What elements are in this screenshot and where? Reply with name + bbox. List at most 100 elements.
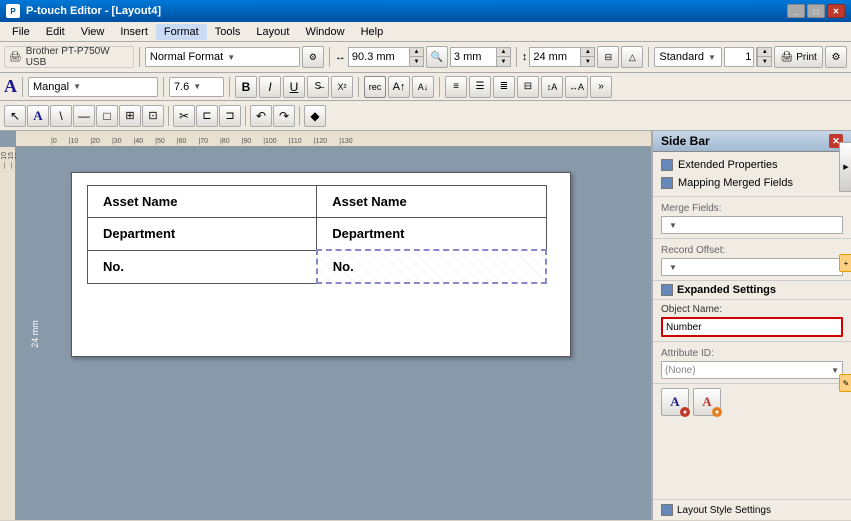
app-icon: P xyxy=(6,4,20,18)
align-right-text-btn[interactable]: ≣ xyxy=(493,76,515,98)
record-offset-dropdown[interactable]: ▼ xyxy=(661,258,843,276)
frame-tool[interactable]: ⊡ xyxy=(142,105,164,127)
count-down[interactable]: ▼ xyxy=(757,57,771,66)
fill-tool[interactable]: ◆ xyxy=(304,105,326,127)
extended-props-checkbox[interactable] xyxy=(661,159,673,171)
standard-dropdown[interactable]: Standard ▼ xyxy=(654,47,722,67)
zoom-btn[interactable]: 🔍 xyxy=(426,46,448,68)
side-panel-btn-1[interactable]: ▶ xyxy=(839,142,851,192)
bold-button[interactable]: B xyxy=(235,76,257,98)
font-size-up-btn[interactable]: A↑ xyxy=(388,76,410,98)
attribute-id-dropdown[interactable]: (None) ▼ xyxy=(661,361,843,379)
menu-layout[interactable]: Layout xyxy=(248,24,297,40)
table-row: Department Department xyxy=(88,218,547,251)
menu-view[interactable]: View xyxy=(73,24,113,40)
merge-fields-dropdown[interactable]: ▼ xyxy=(661,216,843,234)
menu-insert[interactable]: Insert xyxy=(112,24,156,40)
table-tool[interactable]: ⊞ xyxy=(119,105,141,127)
menu-file[interactable]: File xyxy=(4,24,38,40)
record-btn[interactable]: rec xyxy=(364,76,386,98)
height-icon: ↕ xyxy=(522,51,528,63)
line-tool[interactable]: \ xyxy=(50,105,72,127)
sep-size xyxy=(163,77,164,97)
more-btn[interactable]: » xyxy=(590,76,612,98)
menu-window[interactable]: Window xyxy=(297,24,352,40)
font-section: A xyxy=(4,76,17,97)
side-panel-btn-3[interactable]: ✎ xyxy=(839,374,851,392)
mapping-merged-checkbox[interactable] xyxy=(661,177,673,189)
layout-style-checkbox[interactable] xyxy=(661,504,673,516)
rect-tool[interactable]: □ xyxy=(96,105,118,127)
size-dropdown[interactable]: 7.6 ▼ xyxy=(169,77,224,97)
maximize-button[interactable]: □ xyxy=(807,4,825,18)
redo-tool[interactable]: ↷ xyxy=(273,105,295,127)
copy-count[interactable] xyxy=(724,47,754,67)
align-left-btn[interactable]: ⊟ xyxy=(597,46,619,68)
strikethrough-button[interactable]: S̶ xyxy=(307,76,329,98)
ruler-tick: |130 xyxy=(339,138,353,145)
print-options-btn[interactable]: ⚙ xyxy=(825,46,847,68)
height-up[interactable]: ▲ xyxy=(580,48,594,57)
window-controls[interactable]: _ □ ✕ xyxy=(787,4,845,18)
format-dropdown[interactable]: Normal Format ▼ xyxy=(145,47,300,67)
menu-tools[interactable]: Tools xyxy=(207,24,249,40)
expanded-settings-checkbox[interactable] xyxy=(661,284,673,296)
height-down[interactable]: ▼ xyxy=(580,57,594,66)
horizontal-text-btn[interactable]: ↔A xyxy=(565,76,588,98)
select-tool[interactable]: ↖ xyxy=(4,105,26,127)
ruler-tick: |20 xyxy=(90,138,100,145)
attribute-id-value: (None) xyxy=(665,365,696,376)
window-title: P-touch Editor - [Layout4] xyxy=(26,5,787,17)
width-input[interactable] xyxy=(349,48,409,66)
object-name-input[interactable] xyxy=(661,317,843,337)
menu-help[interactable]: Help xyxy=(353,24,392,40)
cut-tool[interactable]: ✂ xyxy=(173,105,195,127)
align-right-btn[interactable]: △ xyxy=(621,46,643,68)
height-spinbox[interactable]: ▲ ▼ xyxy=(529,47,595,67)
printer-selector[interactable]: 🖨 Brother PT-P750W USB xyxy=(4,46,134,68)
underline-button[interactable]: U xyxy=(283,76,305,98)
width-spinbox[interactable]: ▲ ▼ xyxy=(348,47,424,67)
cell-no-value[interactable]: No. xyxy=(317,250,546,283)
width-down-arrow[interactable]: ▼ xyxy=(409,57,423,66)
margin-input[interactable] xyxy=(451,48,496,66)
menu-edit[interactable]: Edit xyxy=(38,24,73,40)
font-dropdown[interactable]: Mangal ▼ xyxy=(28,77,158,97)
text-tool[interactable]: A xyxy=(27,105,49,127)
standard-value: Standard xyxy=(659,51,704,63)
margin-up[interactable]: ▲ xyxy=(496,48,510,57)
count-up[interactable]: ▲ xyxy=(757,48,771,57)
copy-tool[interactable]: ⊏ xyxy=(196,105,218,127)
margin-spinbox[interactable]: ▲ ▼ xyxy=(450,47,511,67)
paste-tool[interactable]: ⊐ xyxy=(219,105,241,127)
justify-text-btn[interactable]: ⊟ xyxy=(517,76,539,98)
font-style-btn[interactable]: A ● xyxy=(661,388,689,416)
vertical-text-btn[interactable]: ↕A xyxy=(541,76,563,98)
side-panel-btn-2[interactable]: + xyxy=(839,254,851,272)
extended-properties-row[interactable]: Extended Properties xyxy=(661,156,843,174)
format-options-btn[interactable]: ⚙ xyxy=(302,46,324,68)
menu-format[interactable]: Format xyxy=(156,24,207,40)
width-up-arrow[interactable]: ▲ xyxy=(409,48,423,57)
ruler-tick: |40 xyxy=(134,138,144,145)
mapping-merged-row[interactable]: Mapping Merged Fields xyxy=(661,174,843,192)
font-size-down-btn[interactable]: A↓ xyxy=(412,76,434,98)
line-h-tool[interactable]: — xyxy=(73,105,95,127)
italic-button[interactable]: I xyxy=(259,76,281,98)
text-color-btn[interactable]: A ● xyxy=(693,388,721,416)
ruler-tick: |60 xyxy=(177,138,187,145)
drawing-canvas[interactable]: 24 mm Asset Name Asset Name Department D… xyxy=(16,147,651,520)
align-left-text-btn[interactable]: ≡ xyxy=(445,76,467,98)
expanded-settings-label: Expanded Settings xyxy=(677,284,776,296)
minimize-button[interactable]: _ xyxy=(787,4,805,18)
align-center-text-btn[interactable]: ☰ xyxy=(469,76,491,98)
height-input[interactable] xyxy=(530,48,580,66)
mapping-merged-label: Mapping Merged Fields xyxy=(678,177,793,189)
close-button[interactable]: ✕ xyxy=(827,4,845,18)
margin-down[interactable]: ▼ xyxy=(496,57,510,66)
undo-tool[interactable]: ↶ xyxy=(250,105,272,127)
superscript-button[interactable]: X² xyxy=(331,76,353,98)
font-btn-badge: ● xyxy=(680,407,690,417)
print-button[interactable]: 🖨 Print xyxy=(774,46,823,68)
sep4 xyxy=(648,47,649,67)
